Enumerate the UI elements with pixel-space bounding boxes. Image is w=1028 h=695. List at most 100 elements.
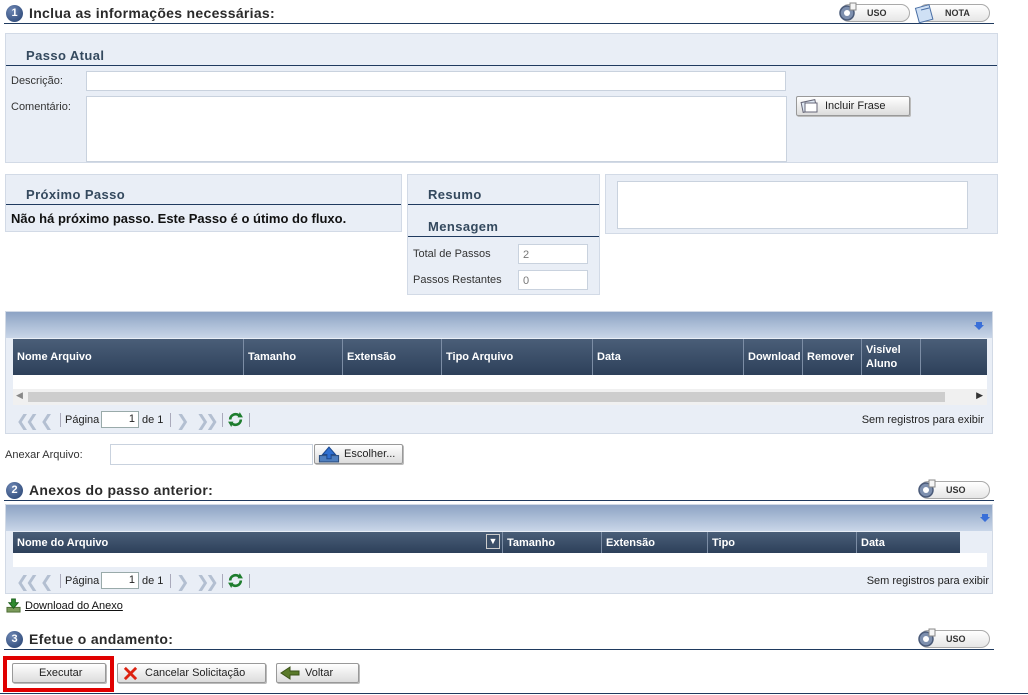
comentario-textarea[interactable] — [86, 96, 787, 162]
resumo-title-bar: Resumo — [408, 179, 599, 205]
col-tamanho[interactable]: Tamanho — [244, 339, 343, 375]
pager-separator — [60, 574, 61, 588]
message-box — [617, 181, 968, 229]
page-input[interactable]: 1 — [101, 411, 139, 428]
empty-message: Sem registros para exibir — [866, 575, 989, 587]
total-passos-label: Total de Passos — [413, 248, 491, 260]
escolher-button[interactable]: Escolher... — [314, 444, 403, 464]
nota-button[interactable]: NOTA — [914, 4, 990, 24]
proximo-passo-panel: Próximo Passo Não há próximo passo. Este… — [5, 174, 402, 232]
horizontal-scrollbar[interactable]: ◀ ▶ — [13, 389, 987, 405]
scroll-thumb[interactable] — [28, 392, 945, 402]
passo-atual-panel: Passo Atual Descrição: Comentário: Inclu… — [5, 33, 998, 163]
cancelar-solicitacao-button[interactable]: Cancelar Solicitação — [117, 663, 266, 683]
scroll-left-icon[interactable]: ◀ — [16, 390, 23, 401]
grid-header: Nome Arquivo Tamanho Extensão Tipo Arqui… — [13, 339, 987, 375]
col-remover[interactable]: Remover — [803, 339, 862, 375]
section-1-title: Inclua as informações necessárias: — [29, 5, 275, 21]
resumo-panel: Resumo Mensagem Total de Passos 2 Passos… — [407, 174, 600, 295]
col-data[interactable]: Data — [857, 532, 960, 553]
section-2-title: Anexos do passo anterior: — [29, 482, 214, 498]
page-total: de 1 — [142, 575, 164, 587]
col-tamanho[interactable]: Tamanho — [503, 532, 602, 553]
pagina-label: Página — [65, 414, 100, 426]
refresh-icon[interactable] — [227, 411, 244, 428]
grid2-body — [13, 553, 987, 567]
pager-separator — [60, 413, 61, 427]
gear-icon — [918, 479, 936, 498]
download-anexo-link[interactable]: Download do Anexo — [25, 600, 123, 612]
proximo-passo-title: Próximo Passo — [26, 187, 126, 202]
uso-button-1[interactable]: USO — [839, 2, 910, 22]
resumo-title: Resumo — [428, 187, 482, 202]
proximo-passo-title-bar: Próximo Passo — [6, 179, 401, 205]
scroll-right-icon[interactable]: ▶ — [976, 390, 983, 401]
col-extensao[interactable]: Extensão — [343, 339, 442, 375]
prev-page-icon[interactable]: ❮ — [40, 411, 54, 431]
voltar-button[interactable]: Voltar — [276, 663, 359, 683]
col-visivel-aluno[interactable]: Visível Aluno — [862, 339, 921, 375]
mensagem-title-bar: Mensagem — [408, 211, 599, 237]
col-nome-do-arquivo[interactable]: Nome do Arquivo ▼ — [13, 532, 503, 553]
col-data[interactable]: Data — [593, 339, 744, 375]
pager-separator — [249, 574, 250, 588]
descricao-label: Descrição: — [11, 75, 63, 87]
comentario-label: Comentário: — [11, 101, 71, 113]
phrase-icon — [800, 99, 818, 113]
note-icon — [914, 4, 934, 24]
section-2-header: 2 Anexos do passo anterior: — [4, 479, 994, 501]
empty-message: Sem registros para exibir — [861, 414, 984, 426]
anexar-label: Anexar Arquivo: — [5, 449, 83, 461]
step-number-badge: 2 — [6, 482, 23, 499]
descricao-input[interactable] — [86, 71, 786, 91]
page-input[interactable]: 1 — [101, 572, 139, 589]
col-tipo[interactable]: Tipo — [708, 532, 857, 553]
uso-button-2[interactable]: USO — [918, 479, 990, 499]
cancel-icon — [123, 666, 138, 681]
gear-icon — [918, 628, 936, 647]
first-page-icon[interactable]: ❮❮ — [16, 411, 39, 431]
column-menu-icon[interactable]: ▼ — [486, 534, 500, 549]
col-tipo-arquivo[interactable]: Tipo Arquivo — [442, 339, 593, 375]
proximo-passo-message: Não há próximo passo. Este Passo é o úti… — [11, 211, 347, 226]
section-3-title: Efetue o andamento: — [29, 631, 174, 647]
grid-toolbar — [6, 312, 992, 338]
grid-body — [13, 375, 987, 389]
pager-separator — [170, 413, 171, 427]
last-page-icon[interactable]: ❯❯ — [196, 572, 219, 592]
passo-atual-title: Passo Atual — [26, 48, 105, 63]
bottom-rule — [0, 693, 1028, 694]
arrow-down-icon[interactable] — [974, 321, 984, 331]
passo-atual-title-bar: Passo Atual — [6, 40, 997, 66]
grid2-pager: ❮❮ ❮ Página 1 de 1 ❯ ❯❯ Sem registros pa… — [14, 570, 989, 592]
arrow-down-icon[interactable] — [980, 513, 990, 523]
executar-button[interactable]: Executar — [12, 663, 106, 683]
grid-toolbar — [6, 505, 992, 531]
next-page-icon[interactable]: ❯ — [176, 411, 190, 431]
last-page-icon[interactable]: ❯❯ — [196, 411, 219, 431]
download-icon[interactable] — [6, 598, 21, 613]
uso-button-3[interactable]: USO — [918, 628, 990, 648]
refresh-icon[interactable] — [227, 572, 244, 589]
passos-restantes-field: 0 — [518, 270, 588, 290]
pager-separator — [170, 574, 171, 588]
col-download[interactable]: Download — [744, 339, 803, 375]
step-number-badge: 1 — [6, 5, 23, 22]
incluir-frase-button[interactable]: Incluir Frase — [796, 96, 910, 116]
mensagem-title: Mensagem — [428, 219, 499, 234]
pager-separator — [222, 413, 223, 427]
first-page-icon[interactable]: ❮❮ — [16, 572, 39, 592]
step-number-badge: 3 — [6, 631, 23, 648]
col-nome-arquivo[interactable]: Nome Arquivo — [13, 339, 244, 375]
back-arrow-icon — [280, 666, 300, 680]
col-extensao[interactable]: Extensão — [602, 532, 708, 553]
anexar-file-input[interactable] — [110, 444, 313, 465]
pagina-label: Página — [65, 575, 100, 587]
message-panel — [605, 174, 998, 234]
pager-separator — [222, 574, 223, 588]
next-page-icon[interactable]: ❯ — [176, 572, 190, 592]
col-spacer — [921, 339, 987, 375]
upload-icon — [318, 446, 340, 463]
prev-page-icon[interactable]: ❮ — [40, 572, 54, 592]
pager-separator — [249, 413, 250, 427]
